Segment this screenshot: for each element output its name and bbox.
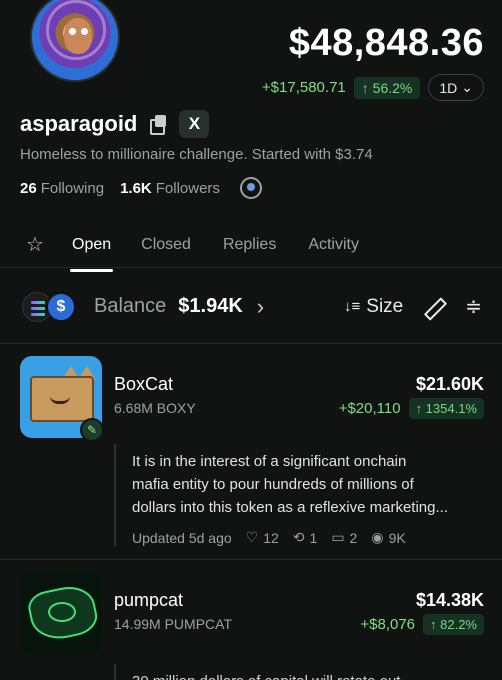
tab-open[interactable]: Open [69,226,114,272]
following-link[interactable]: 26 Following [20,180,104,197]
sort-label: Size [366,295,404,317]
token-name: pumpcat [114,590,184,610]
chain-icons: $ [22,291,86,322]
position-note[interactable]: It is in the interest of a significant o… [114,444,486,546]
note-text: It is in the interest of a significant o… [132,453,448,516]
comment-icon: ▭ [331,529,345,545]
token-value: $14.38K [415,590,484,610]
token-value: $21.60K [415,374,484,394]
x-logo-icon: X [188,114,201,133]
wallet-icon[interactable] [239,177,262,199]
note-meta: Updated 5d ago ♡ 12 ⟲ 1 ▭ 2 ◉ 9K [132,529,486,546]
token-pnl-percent: ↑ 82.2% [423,614,484,635]
follow-stats: 26 Following 1.6K Followers [20,177,262,199]
avatar-eye [69,28,76,35]
time-range-dropdown[interactable]: 1D ⌄ [428,74,484,101]
holding-row[interactable]: ✎ BoxCat 6.68M BOXY $21.60K +$20,110 ↑ 1… [0,344,502,560]
avatar-face [64,18,92,54]
token-pnl-row: +$20,110 ↑ 1354.1% [339,398,484,419]
avatar-eye [81,28,88,35]
token-pnl-percent: ↑ 1354.1% [408,398,484,419]
followers-link[interactable]: 1.6K Followers [120,180,220,197]
token-name: BoxCat [114,374,174,394]
sort-size-button[interactable]: ↓≡ Size [344,296,403,318]
position-note[interactable]: 30 million dollars of capital will rotat… [114,664,486,680]
pump-leaf-icon: ✎ [80,418,104,442]
view-count: 9K [388,529,406,546]
views-stat: ◉ 9K [371,529,405,546]
heart-icon: ♡ [245,529,259,545]
chevron-right-icon: › [256,293,265,319]
token-amount: 6.68M BOXY [114,400,196,416]
profile-bio: Homeless to millionaire challenge. Start… [20,146,373,163]
pnl-percent-badge: ↑ 56.2% [353,76,421,99]
balance-link[interactable]: Balance $1.94K › [86,294,264,320]
repost-count: 1 [309,529,318,546]
followers-label: Followers [155,179,220,197]
repost-icon: ⟲ [292,529,305,545]
profile-header: $48,848.36 +$17,580.71 ↑ 56.2% 1D ⌄ [0,0,502,110]
pencil-icon[interactable] [423,297,443,317]
username: asparagoid [20,111,138,136]
comment-button[interactable]: ▭ 2 [331,529,357,546]
usd-icon: $ [46,291,76,322]
token-pnl: +$20,110 [338,400,401,417]
sort-descending-icon: ↓≡ [344,298,361,315]
comment-count: 2 [349,529,358,546]
portfolio-value: $48,848.36 [288,22,484,64]
tab-activity[interactable]: Activity [308,226,359,264]
eye-icon: ◉ [371,529,384,545]
balance-bar: $ Balance $1.94K › ↓≡ Size ≑ [0,270,502,344]
repost-button[interactable]: ⟲ 1 [293,529,318,546]
like-button[interactable]: ♡ 12 [246,529,279,546]
token-pnl-row: +$8,076 ↑ 82.2% [360,614,484,635]
filter-icon[interactable]: ≑ [465,294,482,319]
x-social-button[interactable]: X [179,110,210,138]
tab-closed[interactable]: Closed [141,226,191,264]
token-pnl: +$8,076 [360,616,416,633]
tab-replies[interactable]: Replies [223,226,276,264]
balance-value: $1.94K [178,295,243,317]
token-image-pumpcat [20,572,102,654]
token-amount: 14.99M PUMPCAT [114,616,232,632]
time-range-label: 1D [439,79,458,96]
like-count: 12 [263,529,279,546]
tab-bar: ☆ Open Closed Replies Activity [0,222,502,272]
copy-icon[interactable] [147,113,169,135]
followers-count: 1.6K [120,179,152,197]
balance-label: Balance [94,295,167,317]
pnl-amount: +$17,580.71 [261,79,346,96]
following-count: 26 [20,179,37,197]
pnl-row: +$17,580.71 ↑ 56.2% 1D ⌄ [262,74,484,101]
following-label: Following [40,179,105,197]
note-text: 30 million dollars of capital will rotat… [132,664,486,680]
holding-row[interactable]: pumpcat 14.99M PUMPCAT $14.38K +$8,076 ↑… [0,560,502,680]
updated-label: Updated 5d ago [132,529,232,546]
chevron-down-icon: ⌄ [461,79,473,95]
star-icon[interactable]: ☆ [12,226,58,264]
avatar[interactable] [30,0,120,82]
username-row: asparagoid X [20,110,210,138]
